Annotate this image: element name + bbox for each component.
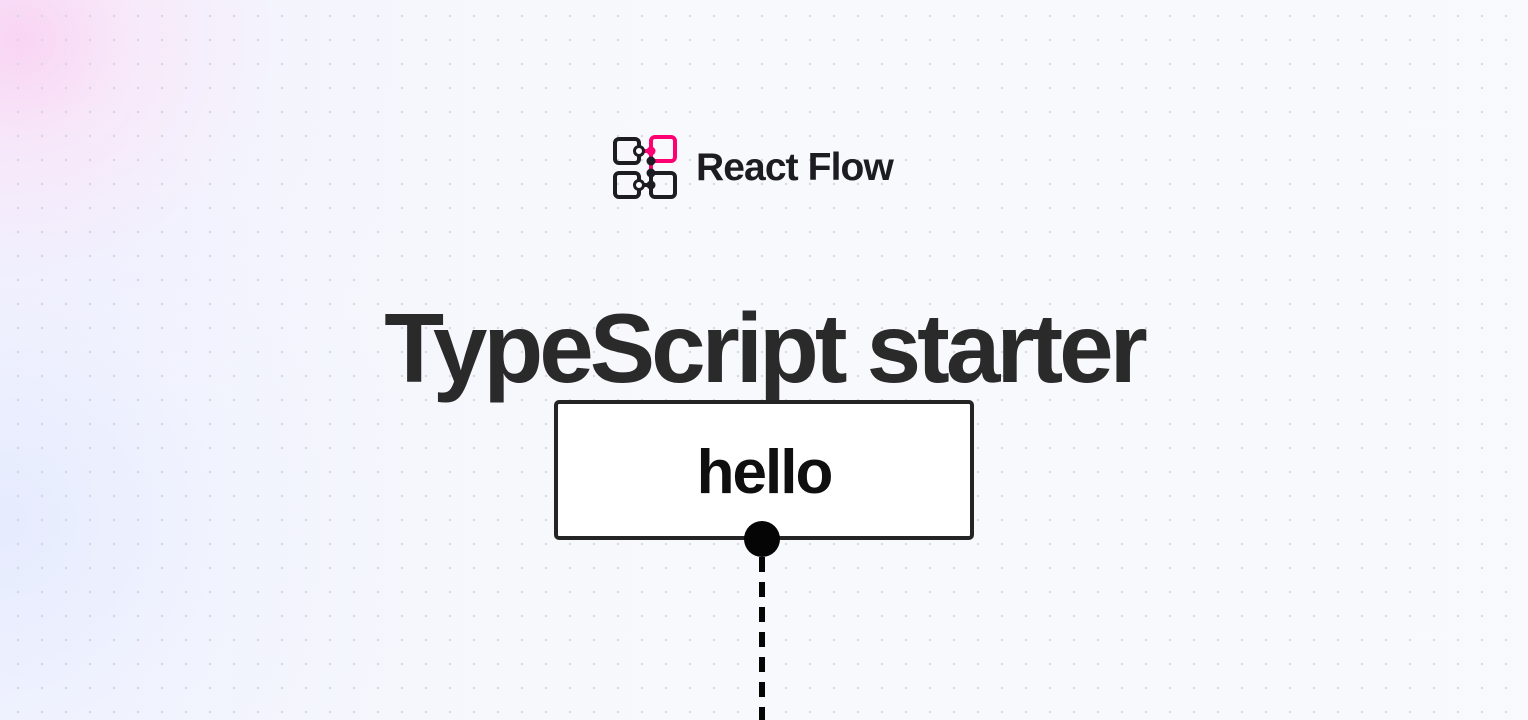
react-flow-logo-icon — [613, 135, 677, 199]
node-label: hello — [696, 437, 834, 507]
brand-name: React Flow — [696, 146, 894, 189]
dashed-edge[interactable] — [756, 557, 768, 720]
page-title: TypeScript starter — [384, 292, 1147, 403]
flow-node[interactable]: hello — [554, 400, 974, 540]
brand-header: React Flow — [613, 135, 933, 201]
connection-handle-icon[interactable] — [744, 521, 780, 557]
